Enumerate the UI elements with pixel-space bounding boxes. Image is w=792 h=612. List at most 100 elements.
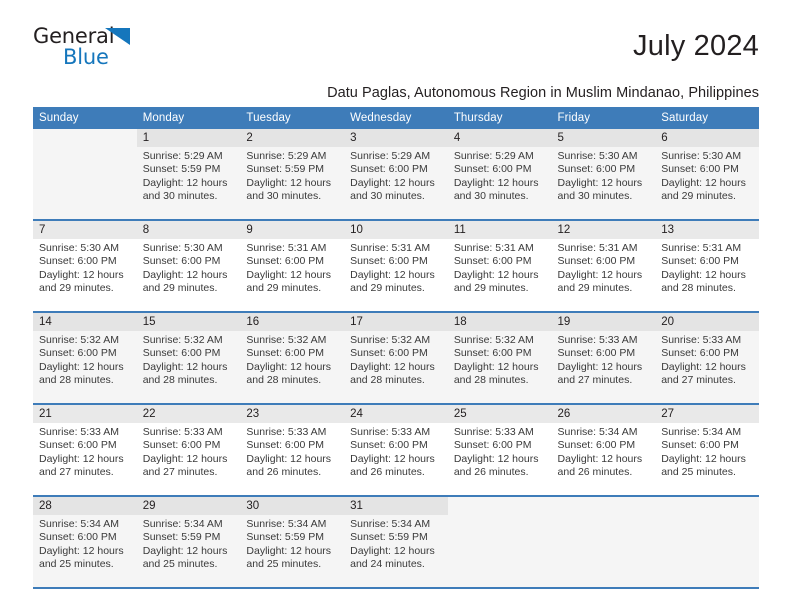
daylight-text-line1: Daylight: 12 hours — [350, 544, 435, 557]
day-number: 24 — [344, 405, 448, 423]
calendar-day-cell[interactable]: 20 Sunrise: 5:33 AM Sunset: 6:00 PM Dayligh… — [655, 312, 759, 405]
sunrise-text: Sunrise: 5:32 AM — [246, 334, 327, 346]
calendar-day-cell[interactable]: 8 Sunrise: 5:30 AM Sunset: 6:00 PM Daylight… — [136, 220, 241, 313]
day-number: 17 — [344, 313, 448, 331]
calendar-day-cell[interactable]: 3 Sunrise: 5:29 AM Sunset: 6:00 PM Daylight… — [344, 129, 448, 221]
day-details: Sunrise: 5:34 AM Sunset: 6:00 PM Daylight:… — [655, 423, 759, 480]
day-number: 27 — [655, 405, 759, 423]
weekday-header-sunday: Sunday — [33, 107, 137, 129]
sunset-text: Sunset: 5:59 PM — [246, 531, 325, 544]
calendar-day-cell[interactable]: 9 Sunrise: 5:31 AM Sunset: 6:00 PM Daylight… — [240, 220, 345, 313]
calendar-day-cell[interactable]: 5 Sunrise: 5:30 AM Sunset: 6:00 PM Daylight… — [551, 129, 656, 221]
sunrise-text: Sunrise: 5:31 AM — [453, 242, 534, 254]
day-number: 31 — [344, 497, 448, 515]
sunset-text: Sunset: 6:00 PM — [453, 439, 532, 452]
day-details: Sunrise: 5:32 AM Sunset: 6:00 PM Daylight:… — [137, 331, 241, 388]
daylight-text-line1: Daylight: 12 hours — [350, 268, 435, 281]
calendar-week-row: 14 Sunrise: 5:32 AM Sunset: 6:00 PM Dayligh… — [33, 312, 759, 405]
sunset-text: Sunset: 6:00 PM — [350, 439, 428, 452]
calendar-day-cell[interactable]: 30 Sunrise: 5:34 AM Sunset: 5:59 PM Dayligh… — [240, 496, 345, 589]
sunrise-text: Sunrise: 5:29 AM — [453, 150, 534, 162]
day-number — [33, 129, 137, 147]
day-details: Sunrise: 5:30 AM Sunset: 6:00 PM Daylight:… — [655, 147, 759, 204]
daylight-text-line1: Daylight: 12 hours — [142, 268, 228, 281]
sunset-text: Sunset: 6:00 PM — [557, 255, 636, 268]
sunrise-text: Sunrise: 5:30 AM — [39, 242, 119, 254]
calendar-day-cell[interactable]: 25 Sunrise: 5:33 AM Sunset: 6:00 PM Dayligh… — [447, 404, 552, 497]
daylight-text-line1: Daylight: 12 hours — [246, 544, 332, 557]
calendar-day-cell[interactable]: 17 Sunrise: 5:32 AM Sunset: 6:00 PM Dayligh… — [344, 312, 448, 405]
sunset-text: Sunset: 6:00 PM — [246, 347, 325, 360]
day-details: Sunrise: 5:29 AM Sunset: 6:00 PM Daylight:… — [448, 147, 552, 204]
calendar-day-cell[interactable]: 31 Sunrise: 5:34 AM Sunset: 5:59 PM Dayligh… — [344, 496, 448, 589]
calendar-day-cell[interactable]: 4 Sunrise: 5:29 AM Sunset: 6:00 PM Daylight… — [447, 129, 552, 221]
day-number — [448, 497, 552, 515]
daylight-text-line1: Daylight: 12 hours — [557, 452, 643, 465]
calendar-page: General Blue July 2024 Datu Paglas, Auto… — [0, 0, 792, 612]
daylight-text-line1: Daylight: 12 hours — [39, 268, 124, 281]
sunset-text: Sunset: 5:59 PM — [142, 163, 221, 176]
sunset-text: Sunset: 6:00 PM — [39, 531, 117, 544]
daylight-text-line2: and 30 minutes. — [453, 190, 529, 203]
sunrise-text: Sunrise: 5:33 AM — [557, 334, 638, 346]
day-number: 16 — [240, 313, 345, 331]
calendar-day-cell[interactable]: 19 Sunrise: 5:33 AM Sunset: 6:00 PM Dayligh… — [551, 312, 656, 405]
day-details: Sunrise: 5:29 AM Sunset: 5:59 PM Daylight:… — [240, 147, 344, 204]
calendar-day-cell[interactable]: 15 Sunrise: 5:32 AM Sunset: 6:00 PM Dayligh… — [136, 312, 241, 405]
sunset-text: Sunset: 6:00 PM — [453, 255, 532, 268]
calendar-day-cell[interactable]: 29 Sunrise: 5:34 AM Sunset: 5:59 PM Dayligh… — [136, 496, 241, 589]
calendar-day-cell[interactable]: 18 Sunrise: 5:32 AM Sunset: 6:00 PM Dayligh… — [447, 312, 552, 405]
calendar-day-cell[interactable]: 28 Sunrise: 5:34 AM Sunset: 6:00 PM Dayligh… — [33, 496, 137, 589]
calendar-day-cell[interactable]: 26 Sunrise: 5:34 AM Sunset: 6:00 PM Dayligh… — [551, 404, 656, 497]
calendar-empty-cell — [447, 496, 552, 589]
generalblue-logo[interactable]: General Blue — [33, 26, 153, 72]
day-details: Sunrise: 5:32 AM Sunset: 6:00 PM Daylight:… — [33, 331, 137, 388]
day-details: Sunrise: 5:34 AM Sunset: 5:59 PM Daylight:… — [240, 515, 344, 572]
day-details: Sunrise: 5:32 AM Sunset: 6:00 PM Daylight:… — [448, 331, 552, 388]
sunrise-text: Sunrise: 5:33 AM — [142, 426, 223, 438]
calendar-day-cell[interactable]: 12 Sunrise: 5:31 AM Sunset: 6:00 PM Dayligh… — [551, 220, 656, 313]
logo-text-blue: Blue — [63, 45, 109, 69]
calendar-day-cell[interactable]: 6 Sunrise: 5:30 AM Sunset: 6:00 PM Daylight… — [655, 129, 759, 221]
day-number: 25 — [447, 405, 552, 423]
calendar-day-cell[interactable]: 11 Sunrise: 5:31 AM Sunset: 6:00 PM Dayligh… — [447, 220, 552, 313]
calendar-day-cell[interactable]: 16 Sunrise: 5:32 AM Sunset: 6:00 PM Dayligh… — [240, 312, 345, 405]
sunrise-text: Sunrise: 5:34 AM — [142, 518, 223, 530]
calendar-week-row: 28 Sunrise: 5:34 AM Sunset: 6:00 PM Dayligh… — [33, 496, 759, 589]
sunrise-text: Sunrise: 5:33 AM — [39, 426, 119, 438]
daylight-text-line2: and 26 minutes. — [246, 466, 322, 479]
day-number: 1 — [136, 129, 241, 147]
daylight-text-line2: and 29 minutes. — [557, 282, 633, 295]
calendar-day-cell[interactable]: 24 Sunrise: 5:33 AM Sunset: 6:00 PM Dayligh… — [344, 404, 448, 497]
sunrise-text: Sunrise: 5:32 AM — [142, 334, 223, 346]
sunset-text: Sunset: 6:00 PM — [453, 347, 532, 360]
daylight-text-line2: and 29 minutes. — [350, 282, 425, 295]
daylight-text-line1: Daylight: 12 hours — [246, 452, 332, 465]
calendar-day-cell[interactable]: 14 Sunrise: 5:32 AM Sunset: 6:00 PM Dayligh… — [33, 312, 137, 405]
calendar-day-cell[interactable]: 21 Sunrise: 5:33 AM Sunset: 6:00 PM Dayligh… — [33, 404, 137, 497]
daylight-text-line2: and 29 minutes. — [453, 282, 529, 295]
calendar-day-cell[interactable]: 2 Sunrise: 5:29 AM Sunset: 5:59 PM Daylight… — [240, 129, 345, 221]
daylight-text-line2: and 29 minutes. — [246, 282, 322, 295]
day-number: 26 — [551, 405, 656, 423]
daylight-text-line2: and 25 minutes. — [661, 466, 736, 479]
calendar-empty-cell — [655, 496, 759, 589]
calendar-day-cell[interactable]: 27 Sunrise: 5:34 AM Sunset: 6:00 PM Dayligh… — [655, 404, 759, 497]
daylight-text-line1: Daylight: 12 hours — [246, 268, 332, 281]
weekday-header-monday: Monday — [136, 107, 241, 129]
calendar-week-row: 7 Sunrise: 5:30 AM Sunset: 6:00 PM Daylight… — [33, 220, 759, 313]
daylight-text-line2: and 28 minutes. — [350, 374, 425, 387]
day-details: Sunrise: 5:34 AM Sunset: 6:00 PM Daylight:… — [33, 515, 137, 572]
daylight-text-line2: and 25 minutes. — [142, 558, 218, 571]
day-details: Sunrise: 5:33 AM Sunset: 6:00 PM Daylight:… — [137, 423, 241, 480]
sunset-text: Sunset: 6:00 PM — [39, 347, 117, 360]
calendar-day-cell[interactable]: 23 Sunrise: 5:33 AM Sunset: 6:00 PM Dayligh… — [240, 404, 345, 497]
calendar-day-cell[interactable]: 22 Sunrise: 5:33 AM Sunset: 6:00 PM Dayligh… — [136, 404, 241, 497]
daylight-text-line1: Daylight: 12 hours — [661, 268, 746, 281]
sunrise-text: Sunrise: 5:30 AM — [661, 150, 742, 162]
day-number: 22 — [136, 405, 241, 423]
calendar-day-cell[interactable]: 13 Sunrise: 5:31 AM Sunset: 6:00 PM Dayligh… — [655, 220, 759, 313]
calendar-day-cell[interactable]: 7 Sunrise: 5:30 AM Sunset: 6:00 PM Daylight… — [33, 220, 137, 313]
calendar-day-cell[interactable]: 10 Sunrise: 5:31 AM Sunset: 6:00 PM Dayligh… — [344, 220, 448, 313]
calendar-day-cell[interactable]: 1 Sunrise: 5:29 AM Sunset: 5:59 PM Daylight… — [136, 129, 241, 221]
